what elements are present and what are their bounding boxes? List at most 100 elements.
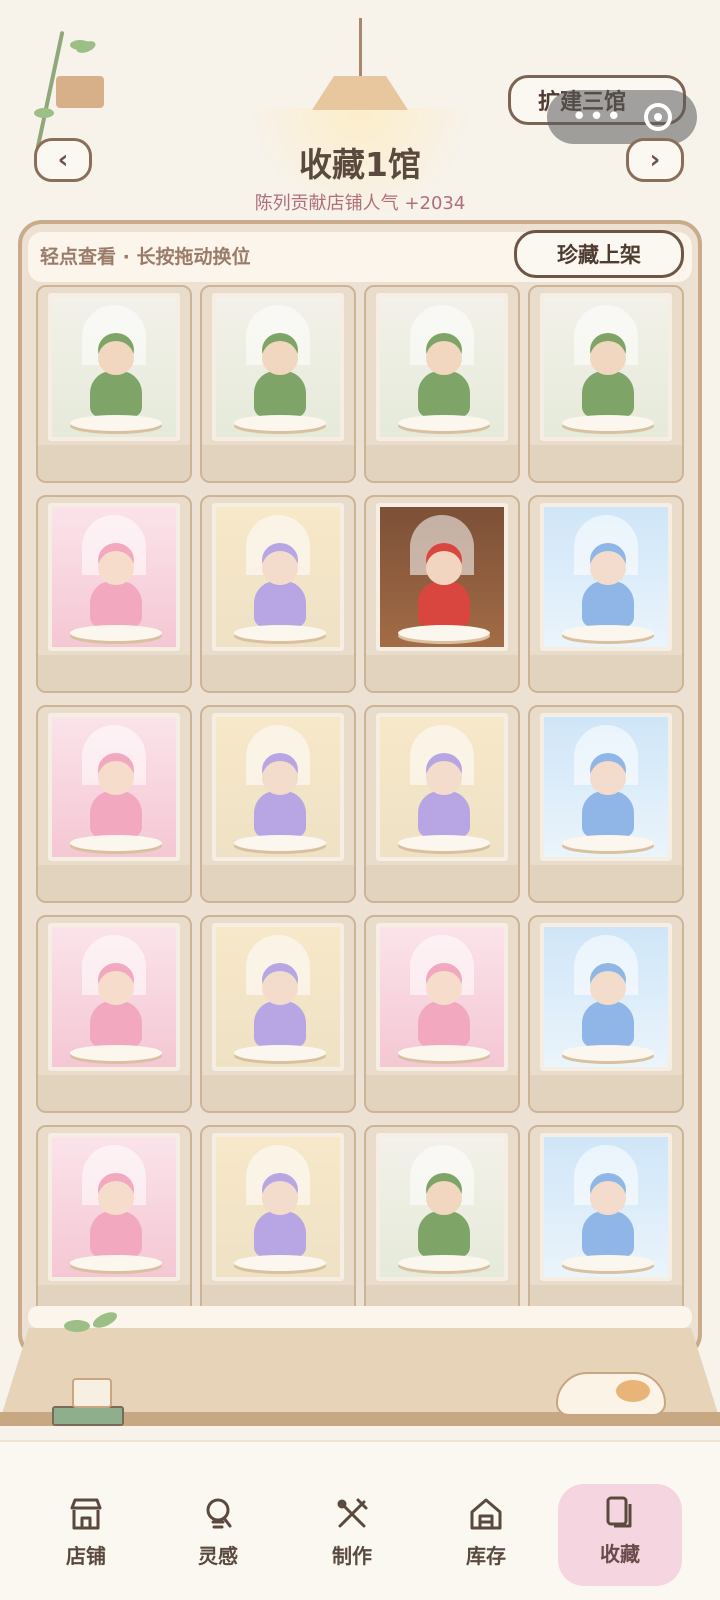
tab-label: 库存 <box>466 1544 506 1568</box>
figure-card-cream-bunny[interactable] <box>48 1133 180 1281</box>
figure-pedestal <box>398 625 490 641</box>
figure-card-green-flower-doll[interactable] <box>48 293 180 441</box>
figure-body <box>582 1211 634 1257</box>
collection-slot[interactable] <box>364 915 520 1113</box>
books-decor <box>52 1406 124 1426</box>
shop-icon <box>68 1496 104 1532</box>
figure-body <box>254 371 306 417</box>
collection-slot[interactable] <box>36 495 192 693</box>
collection-slot[interactable] <box>36 285 192 483</box>
plant-pot-decor <box>56 76 104 108</box>
tab-collection[interactable]: 收藏 <box>558 1484 682 1586</box>
figure-body <box>582 371 634 417</box>
slot-ledge <box>530 445 682 481</box>
figure-head <box>262 1181 298 1215</box>
collection-slot[interactable] <box>200 495 356 693</box>
tab-label: 制作 <box>332 1544 372 1568</box>
collection-slot[interactable] <box>528 495 684 693</box>
collection-slot[interactable] <box>200 1125 356 1323</box>
collection-slot[interactable] <box>200 285 356 483</box>
figure-body <box>418 791 470 837</box>
lamp-cord-decor <box>359 18 362 78</box>
figure-head <box>590 551 626 585</box>
figure-head <box>98 341 134 375</box>
figure-card-green-clover-doll[interactable] <box>376 293 508 441</box>
figure-head <box>262 761 298 795</box>
collection-slot[interactable] <box>528 915 684 1113</box>
collection-slot[interactable] <box>36 1125 192 1323</box>
hint-text: 轻点查看 · 长按拖动换位 <box>40 246 251 268</box>
popularity-subtitle: 陈列贡献店铺人气 +2034 <box>254 193 466 214</box>
figure-card-camera-doll[interactable] <box>376 713 508 861</box>
figure-card-strawberry-doll[interactable] <box>48 713 180 861</box>
figure-body <box>418 1211 470 1257</box>
figure-card-green-dragon[interactable] <box>376 1133 508 1281</box>
figure-body <box>254 1211 306 1257</box>
slot-ledge <box>38 1075 190 1111</box>
potted-plant-decor <box>72 1378 112 1408</box>
lightbulb-icon <box>200 1496 236 1532</box>
tab-label: 收藏 <box>600 1542 640 1566</box>
figure-card-blue-hat-doll[interactable] <box>540 503 672 651</box>
tab-shop[interactable]: 店铺 <box>24 1486 148 1586</box>
collection-slot[interactable] <box>36 915 192 1113</box>
collection-slot[interactable] <box>200 705 356 903</box>
tab-label: 店铺 <box>66 1544 106 1568</box>
collection-slot[interactable] <box>528 705 684 903</box>
close-target-icon[interactable] <box>644 103 673 131</box>
tools-icon <box>334 1496 370 1532</box>
miniprogram-capsule[interactable]: ••• <box>547 90 697 144</box>
figure-card-purple-dragon[interactable] <box>212 1133 344 1281</box>
figure-pedestal <box>234 1255 326 1271</box>
figure-card-letter-bunny[interactable] <box>48 923 180 1071</box>
figure-card-pink-hat-doll[interactable] <box>48 503 180 651</box>
figure-body <box>90 581 142 627</box>
slot-ledge <box>202 865 354 901</box>
slot-ledge <box>202 1075 354 1111</box>
collection-slot[interactable] <box>528 285 684 483</box>
figure-pedestal <box>70 1045 162 1061</box>
tab-lightbulb[interactable]: 灵感 <box>156 1486 280 1586</box>
collection-slot[interactable] <box>364 705 520 903</box>
figure-card-sleeping-purple-doll[interactable] <box>212 713 344 861</box>
figure-card-green-leaf-doll[interactable] <box>212 293 344 441</box>
collection-slot[interactable] <box>528 1125 684 1323</box>
slot-ledge <box>366 445 518 481</box>
figure-head <box>590 1181 626 1215</box>
collection-slot[interactable] <box>364 285 520 483</box>
figure-card-sunhat-doll[interactable] <box>540 713 672 861</box>
figure-head <box>262 971 298 1005</box>
slot-ledge <box>38 865 190 901</box>
figure-body <box>90 1001 142 1047</box>
slot-ledge <box>366 865 518 901</box>
figure-head <box>98 551 134 585</box>
figure-pedestal <box>70 625 162 641</box>
figure-body <box>582 1001 634 1047</box>
more-dots-icon[interactable]: ••• <box>571 104 623 130</box>
figure-card-flower-plush-pet[interactable] <box>376 923 508 1071</box>
sleeping-cat-decor <box>556 1372 666 1416</box>
figure-card-blue-plush-pet[interactable] <box>540 923 672 1071</box>
figure-head <box>262 551 298 585</box>
figure-pedestal <box>562 835 654 851</box>
shelve-treasure-button[interactable]: 珍藏上架 <box>514 230 684 278</box>
collection-slot[interactable] <box>364 495 520 693</box>
figure-pedestal <box>562 1255 654 1271</box>
figure-card-blue-monster[interactable] <box>540 1133 672 1281</box>
figure-card-red-hat-doll[interactable] <box>376 503 508 651</box>
tab-tools[interactable]: 制作 <box>290 1486 414 1586</box>
tab-warehouse[interactable]: 库存 <box>424 1486 548 1586</box>
figure-body <box>254 581 306 627</box>
figure-card-purple-hat-doll[interactable] <box>212 503 344 651</box>
figure-pedestal <box>398 415 490 431</box>
collection-slot[interactable] <box>200 915 356 1113</box>
figure-pedestal <box>398 1255 490 1271</box>
cabinet-bottom-ledge <box>28 1306 692 1328</box>
figure-card-green-bush-doll[interactable] <box>540 293 672 441</box>
figure-pedestal <box>234 835 326 851</box>
figure-card-purple-plush-pet[interactable] <box>212 923 344 1071</box>
collection-slot[interactable] <box>364 1125 520 1323</box>
collection-slot[interactable] <box>36 705 192 903</box>
figure-pedestal <box>70 415 162 431</box>
figure-body <box>90 371 142 417</box>
